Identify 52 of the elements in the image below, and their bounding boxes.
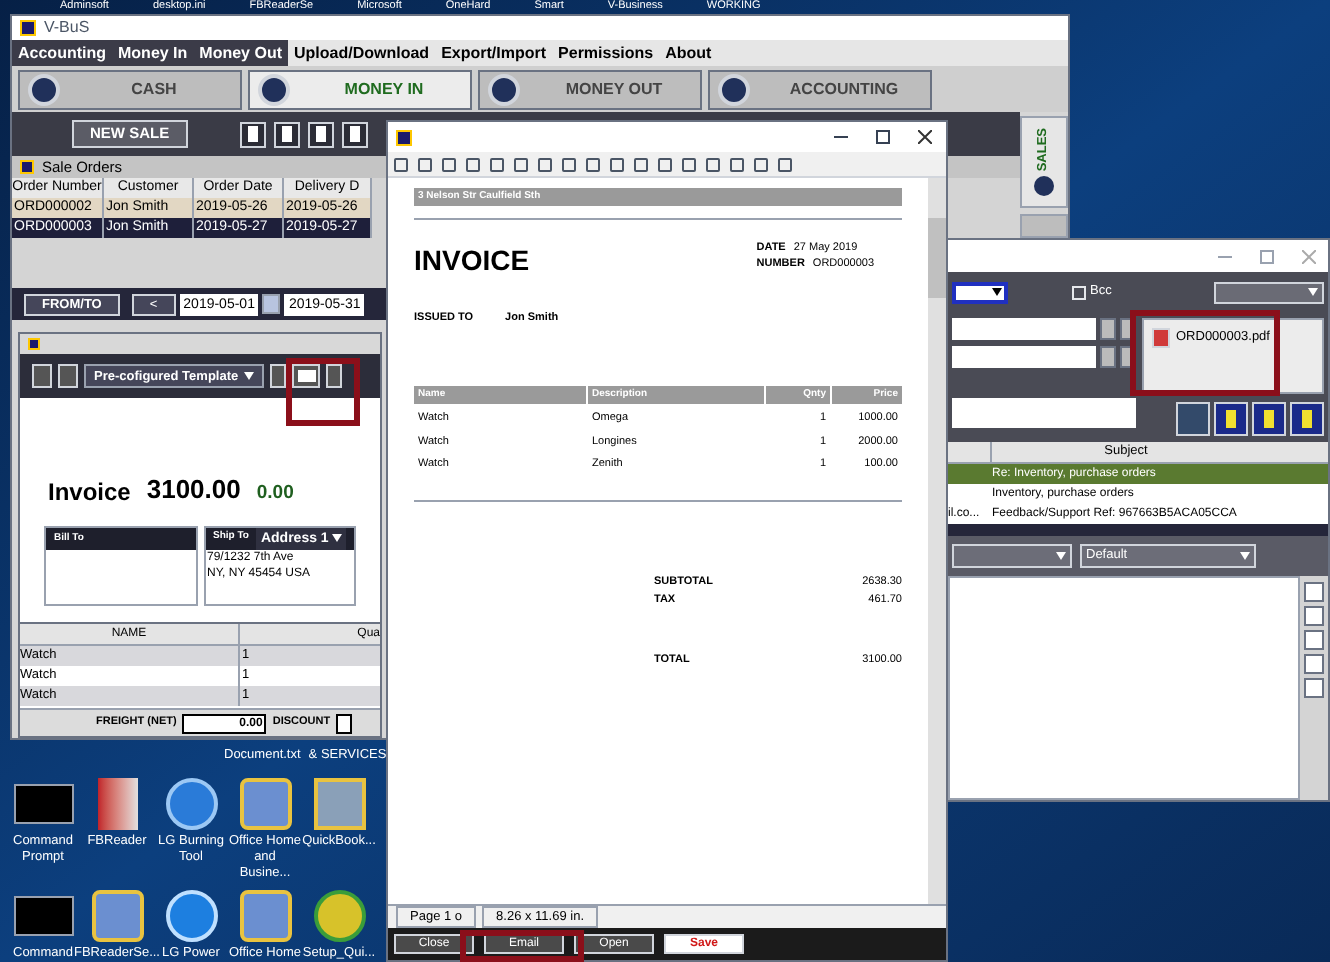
maximize-icon[interactable] [876,130,890,144]
terminal-icon [13,784,73,824]
pdf-file-icon [1152,328,1170,348]
module-tab[interactable]: MONEY IN [248,70,472,110]
caret-icon [1056,552,1066,560]
address-field[interactable] [952,318,1096,340]
module-icon [1034,176,1055,197]
app-logo-icon [20,160,34,174]
invoice-amount: 3100.00 [146,472,241,508]
module-icon [718,74,750,106]
invoice-title: INVOICE [414,242,530,280]
account-select[interactable] [1214,281,1324,303]
menu-item[interactable]: Permissions [552,40,660,66]
font-select[interactable] [952,544,1072,568]
setup-icon [313,890,365,942]
module-tab[interactable]: MONEY OUT [478,70,702,110]
menu-item[interactable]: Money In [112,40,194,66]
email-icon[interactable] [292,364,321,388]
bcc-checkbox[interactable] [1072,285,1086,299]
module-icon [258,74,290,106]
highlight-frame [286,358,360,426]
window-title: V-BuS [44,16,90,40]
app-logo-icon [396,129,412,145]
recipient-select[interactable] [952,281,1008,303]
invoice-balance: 0.00 [256,480,294,509]
app-logo-icon [28,338,40,350]
menu-item[interactable]: Accounting [12,40,112,66]
subject-field[interactable] [952,398,1136,428]
discount-field[interactable] [336,713,353,733]
module-icon [488,74,520,106]
caret-icon [1240,552,1250,560]
close-icon[interactable] [918,130,932,144]
book-icon [97,778,137,830]
menu-item[interactable]: Export/Import [435,40,553,66]
module-tab[interactable]: CASH [18,70,242,110]
module-icon [28,74,60,106]
menu-item[interactable]: Money Out [193,40,289,66]
module-tab[interactable]: ACCOUNTING [708,70,932,110]
invoice-heading: Invoice [48,475,131,509]
message-editor[interactable] [948,576,1300,800]
address-field[interactable] [952,346,1096,368]
menu-item[interactable]: About [659,40,718,66]
app-logo-icon [20,20,36,36]
minimize-icon[interactable] [1218,255,1232,257]
menu-item[interactable]: Upload/Download [288,40,436,66]
upload-icon [165,890,217,942]
caret-icon [1308,288,1318,296]
caret-icon [332,534,342,542]
caret-icon [244,372,255,380]
highlight-frame [460,930,584,962]
terminal-icon [13,896,73,936]
calendar-icon[interactable] [262,294,281,314]
